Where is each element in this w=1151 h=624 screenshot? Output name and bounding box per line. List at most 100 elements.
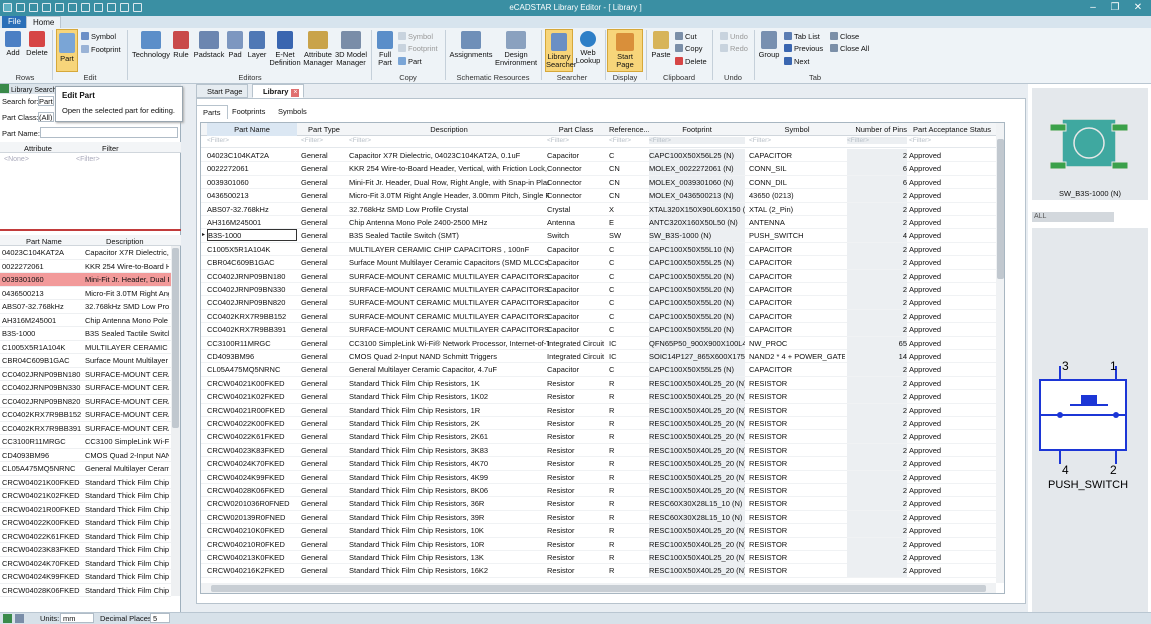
preview-filter-select[interactable]: ALL [1032,212,1114,222]
3d-model-manager-button[interactable]: 3D Model Manager [334,31,368,67]
table-row[interactable]: 0022272061 General KKR 254 Wire-to-Board H… [201,162,1004,176]
results-scrollbar[interactable] [171,246,180,596]
filter-cell[interactable]: <Filter> [609,137,649,144]
list-item[interactable]: CRCW04023K83FKED Standard Thick Film Chip [0,543,171,557]
table-row[interactable]: ▸ B3S-1000 General B3S Sealed Tactile Switc… [201,229,1004,243]
filter-cell[interactable]: <Filter> [207,137,297,144]
next-tab-button[interactable]: Next [784,57,809,66]
close-icon[interactable]: × [291,89,300,97]
list-item[interactable]: CL05A475MQ5NRNC General Multilayer Ceram [0,462,171,476]
table-row[interactable]: AH316M245001 General Chip Antenna Mono Pol… [201,216,1004,230]
results-scroll-thumb[interactable] [172,248,179,428]
list-item[interactable]: ABS07-32.768kHz 32.768kHz SMD Low Profile [0,300,171,314]
tab-start-page[interactable]: Start Page× [196,84,248,111]
tab-home[interactable]: Home [26,16,62,28]
table-row[interactable]: CD4093BM96 General CMOS Quad 2-Input NAND … [201,350,1004,364]
attribute-filter-input[interactable]: <Filter> [76,156,100,163]
edit-symbol-button[interactable]: Symbol [81,32,116,41]
tab-parts[interactable]: Parts [196,105,228,119]
list-item[interactable]: B3S-1000 B3S Sealed Tactile Switch [0,327,171,341]
list-item[interactable]: CBR04C609B1GAC Surface Mount Multilayer [0,354,171,368]
close-window-button[interactable]: ✕ [1127,1,1149,15]
status-icon[interactable] [3,614,12,623]
table-row[interactable]: CRCW040210K0FKED General Standard Thick Fi… [201,524,1004,538]
list-item[interactable]: CC0402KRX7R9BB391SURFACE-MOUNT CERAM [0,422,171,435]
grid-hscroll-thumb[interactable] [211,585,986,592]
undo-button[interactable]: Undo [720,32,748,41]
grid-vscrollbar[interactable] [996,123,1004,583]
search-for-select[interactable]: Parts [38,96,54,106]
technology-button[interactable]: Technology [132,31,170,59]
list-item[interactable]: CC0402JRNP09BN330 SURFACE-MOUNT CERAM [0,381,171,395]
table-row[interactable]: ABS07-32.768kHz General 32.768kHz SMD Low … [201,202,1004,216]
table-row[interactable]: CRCW04022K61FKED General Standard Thick Fi… [201,430,1004,444]
minimize-button[interactable]: – [1082,1,1104,15]
table-row[interactable]: CRCW04021K00FKED General Standard Thick Fi… [201,376,1004,391]
copy-symbol-button[interactable]: Symbol [398,32,433,41]
table-row[interactable]: CC0402JRNP09BN330 General SURFACE-MOUNT CE… [201,283,1004,297]
column-header[interactable]: Number of Pins [847,125,907,134]
table-row[interactable]: 0436500213 General Micro-Fit 3.0TM Right A… [201,189,1004,203]
paste-button[interactable]: Paste [650,31,672,59]
list-item[interactable]: CRCW04024K99FKED Standard Thick Film Chip [0,570,171,584]
close-all-button[interactable]: Close All [830,44,869,53]
rule-button[interactable]: Rule [172,31,190,59]
attribute-manager-button[interactable]: Attribute Manager [302,31,334,67]
tab-library[interactable]: Library × [252,84,304,98]
grid-vscroll-thumb[interactable] [997,139,1004,279]
part-class-select[interactable]: (All) [38,112,54,122]
grid-hscrollbar[interactable] [201,583,996,593]
filter-cell[interactable]: <Filter> [649,137,745,144]
assignments-button[interactable]: Assignments [449,31,493,59]
list-item[interactable]: CC0402JRNP09BN180 SURFACE-MOUNT CERAM [0,368,171,381]
edit-footprint-button[interactable]: Footprint [81,45,121,54]
column-header[interactable]: Symbol [749,125,845,134]
list-item[interactable]: CRCW04022K61FKED Standard Thick Film Chip [0,530,171,543]
results-description-header[interactable]: Description [106,237,144,246]
list-item[interactable]: AH316M245001 Chip Antenna Mono Pole [0,314,171,327]
table-row[interactable]: CRCW0201036R0FNED General Standard Thick F… [201,497,1004,511]
list-item[interactable]: 04023C104KAT2A Capacitor X7R Dielectric, [0,246,171,260]
column-header[interactable]: Reference... [609,125,649,134]
table-row[interactable]: CRCW04022K00FKED General Standard Thick Fi… [201,417,1004,431]
previous-tab-button[interactable]: Previous [784,44,823,53]
list-item[interactable]: CC3100R11MRGC CC3100 SimpleLink Wi-Fi [0,435,171,449]
list-item[interactable]: 0436500213 Micro-Fit 3.0TM Right Ang [0,287,171,300]
list-item[interactable]: CRCW04028K06FKED Standard Thick Film Chip [0,584,171,597]
table-row[interactable]: CC0402KRX7R9BB391 General SURFACE-MOUNT CE… [201,323,1004,337]
copy-full-part-button[interactable]: Full Part [375,31,395,67]
close-tab-button[interactable]: Close [830,32,859,41]
table-row[interactable]: CRCW040213K0FKED General Standard Thick Fi… [201,551,1004,565]
table-row[interactable]: CRCW04024K70FKED General Standard Thick Fi… [201,457,1004,471]
clipboard-delete-button[interactable]: Delete [675,57,707,66]
start-page-button[interactable]: Start Page [607,29,643,72]
list-item[interactable]: CC0402KRX7R9BB152SURFACE-MOUNT CERAM [0,408,171,422]
enet-definition-button[interactable]: E-Net Definition [268,31,302,67]
restore-button[interactable]: ❐ [1104,1,1126,15]
delete-button[interactable]: Delete [25,31,49,57]
list-item[interactable]: 0039301060 Mini-Fit Jr. Header, Dual R [0,273,171,287]
list-item[interactable]: CD4093BM96 CMOS Quad 2-Input NAN [0,449,171,462]
library-searcher-button[interactable]: Library Searcher [545,29,576,72]
attribute-none[interactable]: <None> [4,156,29,163]
units-select[interactable]: mm [60,613,94,623]
column-header[interactable]: Part Acceptance Status [909,125,995,134]
filter-cell[interactable]: <Filter> [909,137,995,144]
copy-part-button[interactable]: Part [398,57,422,66]
copy-button[interactable]: Copy [675,44,703,53]
filter-cell[interactable]: <Filter> [547,137,605,144]
table-row[interactable]: CRCW040216K2FKED General Standard Thick Fi… [201,564,1004,578]
table-row[interactable]: CRCW020139R0FNED General Standard Thick Fi… [201,510,1004,525]
list-item[interactable]: CC0402JRNP09BN820 SURFACE-MOUNT CERAM [0,395,171,408]
list-item[interactable]: 0022272061 KKR 254 Wire-to-Board H [0,260,171,273]
table-row[interactable]: CRCW04028K06FKED General Standard Thick Fi… [201,484,1004,498]
table-row[interactable]: 0039301060 General Mini-Fit Jr. Header, Du… [201,175,1004,190]
table-row[interactable]: CC0402KRX7R9BB152 General SURFACE-MOUNT CE… [201,309,1004,324]
column-header[interactable]: Footprint [649,125,745,134]
edit-part-button[interactable]: Part [56,29,78,72]
column-header[interactable]: Part Type [301,125,347,134]
column-header[interactable]: Part Class [547,125,605,134]
table-row[interactable]: CC3100R11MRGC General CC3100 SimpleLink Wi… [201,336,1004,350]
decimal-places-select[interactable]: 5 [150,613,170,623]
filter-cell[interactable]: <Filter> [749,137,845,144]
